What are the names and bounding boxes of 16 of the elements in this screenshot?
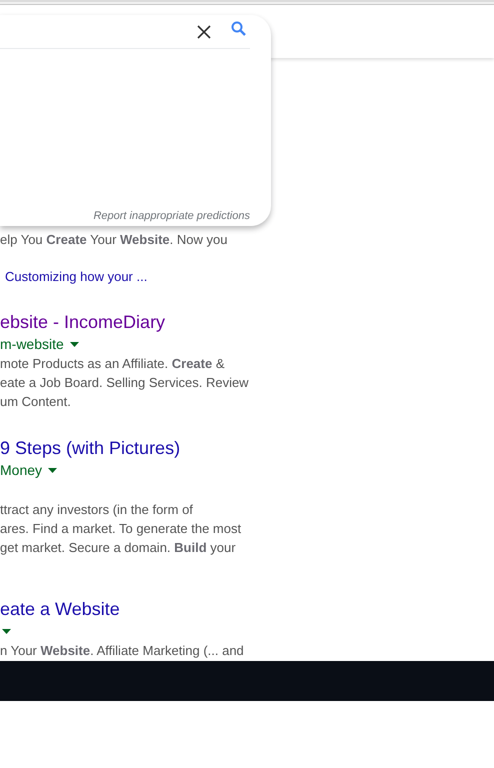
- result-snippet: ttract any investors (in the form of ares. Find a market. To generate the most get market. Secure a domain. Build your: [0, 501, 242, 557]
- caret-icon[interactable]: [70, 342, 79, 346]
- close-icon[interactable]: [197, 24, 211, 38]
- result-snippet: elp You Create Your Website. Now you: [0, 231, 228, 249]
- result-snippet: n Your Website. Affiliate Marketing (... and: [0, 642, 245, 660]
- caret-icon[interactable]: [48, 468, 58, 472]
- result-title-link[interactable]: 9 Steps (with Pictures): [0, 436, 180, 460]
- report-link[interactable]: Report inappropriate predictions: [93, 209, 250, 223]
- result-title-link[interactable]: ebsite - IncomeDiary: [0, 310, 166, 334]
- caret-icon[interactable]: [2, 628, 11, 634]
- result-url: m-website: [0, 335, 64, 354]
- search-icon[interactable]: [231, 21, 246, 36]
- sitelink[interactable]: Customizing how your ...: [5, 267, 148, 286]
- result-url: Money: [0, 461, 42, 480]
- result-title-link[interactable]: eate a Website: [0, 597, 120, 621]
- result-snippet: mote Products as an Affiliate. Create & eate a Job Board. Selling Services. Review um Content.: [0, 355, 250, 411]
